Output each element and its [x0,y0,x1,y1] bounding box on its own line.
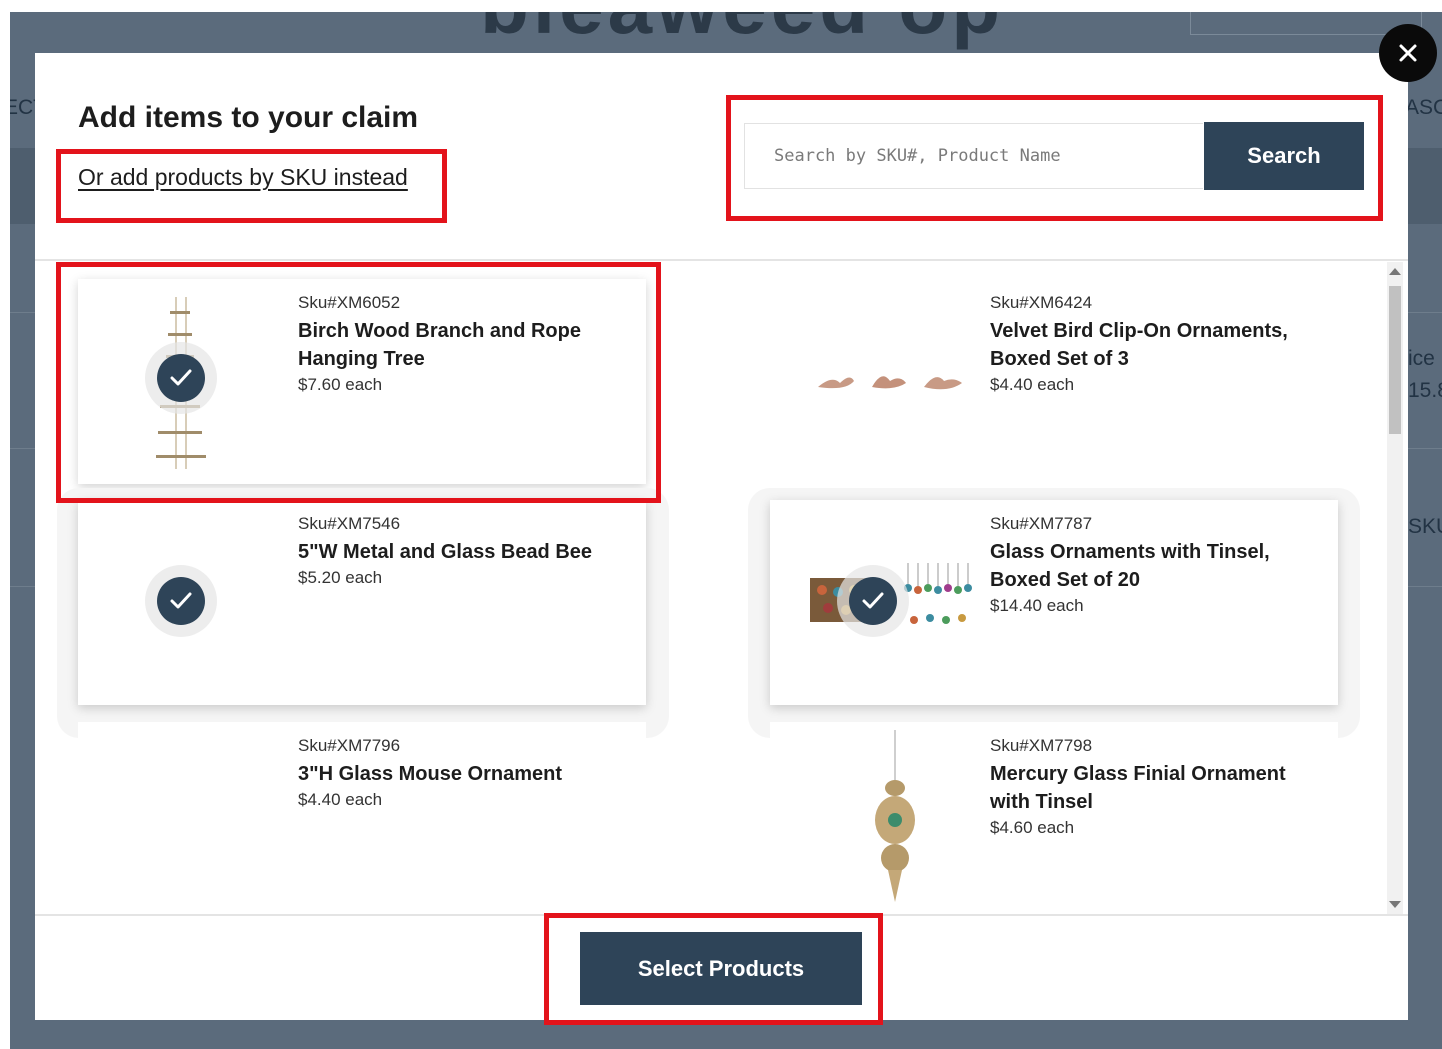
product-price: $5.20 each [298,568,383,587]
background-text: ice [1408,347,1435,370]
background-text: SKU [1408,515,1442,538]
product-card[interactable]: Sku#XM7798 Mercury Glass Finial Ornament… [770,722,1338,914]
product-card[interactable]: Sku#XM7787 Glass Ornaments with Tinsel, … [770,500,1338,705]
selected-check[interactable] [157,577,205,625]
product-list: Sku#XM6052 Birch Wood Branch and Rope Ha… [35,262,1383,914]
check-icon [170,369,192,386]
product-sku: Sku#XM6424 [990,293,1093,312]
product-name: Birch Wood Branch and Rope Hanging Tree [298,320,581,370]
select-products-button[interactable]: Select Products [580,932,862,1005]
product-name: 5"W Metal and Glass Bead Bee [298,541,593,563]
product-card[interactable]: Sku#XM7546 5"W Metal and Glass Bead Bee … [78,500,646,705]
product-name: Velvet Bird Clip-On Ornaments, Boxed Set… [990,320,1288,370]
add-items-modal: Add items to your claim Or add products … [35,53,1408,1020]
product-name: Glass Ornaments with Tinsel, Boxed Set o… [990,541,1270,591]
modal-title: Add items to your claim [78,101,419,134]
product-card[interactable]: Sku#XM6052 Birch Wood Branch and Rope Ha… [78,279,646,484]
check-icon [862,592,884,609]
product-name: Mercury Glass Finial Ornament with Tinse… [990,763,1286,813]
product-card[interactable]: Sku#XM7796 3"H Glass Mouse Ornament $4.4… [78,722,646,914]
search-input[interactable] [744,123,1203,189]
product-price: $4.40 each [298,790,383,809]
footer-divider [35,914,1408,916]
scroll-up-arrow-icon[interactable] [1389,268,1401,275]
product-price: $14.40 each [990,596,1084,615]
selected-check[interactable] [157,354,205,402]
selected-check[interactable] [849,577,897,625]
header-divider [35,259,1408,261]
search-button[interactable]: Search [1204,122,1364,190]
add-by-sku-link[interactable]: Or add products by SKU instead [78,164,408,191]
product-name: 3"H Glass Mouse Ornament [298,763,563,785]
product-sku: Sku#XM7787 [990,514,1093,533]
scroll-thumb[interactable] [1389,286,1401,434]
close-icon [1399,44,1417,62]
product-list-scrollbar[interactable] [1387,262,1403,914]
background-text: 15.8 [1408,379,1442,402]
background-headline: bleaweed op [480,12,1004,52]
scroll-down-arrow-icon[interactable] [1389,901,1401,908]
product-price: $7.60 each [298,375,383,394]
velvet-birds-image [810,287,980,477]
check-icon [170,592,192,609]
close-button[interactable] [1379,24,1437,82]
product-price: $4.40 each [990,375,1075,394]
mercury-finial-image [810,730,980,914]
background-text: ASC [1405,96,1442,119]
product-price: $4.60 each [990,818,1075,837]
product-card[interactable]: Sku#XM6424 Velvet Bird Clip-On Ornaments… [770,279,1338,484]
product-sku: Sku#XM7546 [298,514,401,533]
product-sku: Sku#XM7796 [298,736,401,755]
product-sku: Sku#XM6052 [298,293,401,312]
product-sku: Sku#XM7798 [990,736,1093,755]
